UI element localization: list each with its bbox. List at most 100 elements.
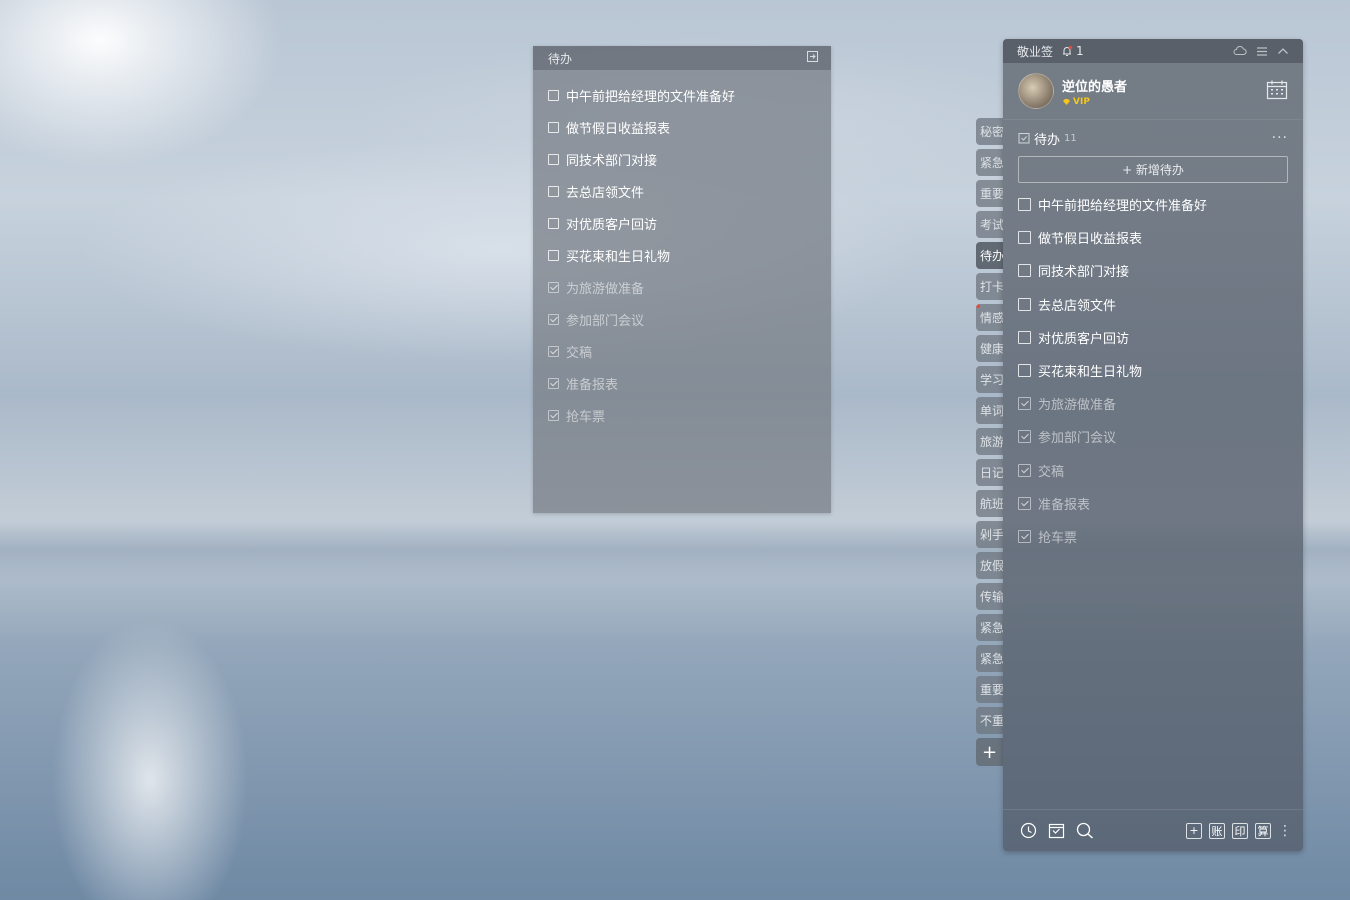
checked-checkbox[interactable] [1018, 463, 1031, 477]
todo-item[interactable]: 中午前把给经理的文件准备好 [1003, 188, 1303, 221]
more-vertical-icon[interactable]: ⋮ [1278, 824, 1292, 838]
category-tab[interactable]: 紧急 [976, 149, 1003, 176]
category-tab[interactable]: 打卡 [976, 273, 1003, 300]
todo-item[interactable]: 做节假日收益报表 [1003, 221, 1303, 254]
category-tabs: 秘密 紧急 重要 考试 待办 打卡 情感 健康 学习 单词 旅游 日记 航班 剁手 放假 传输 紧急 紧急 重要 不重… [976, 118, 1003, 766]
todo-item[interactable]: 买花束和生日礼物 [533, 239, 831, 271]
checkbox[interactable] [1018, 297, 1031, 311]
todo-item[interactable]: 对优质客户回访 [1003, 321, 1303, 354]
checked-checkbox[interactable] [548, 377, 559, 389]
footer-toolbar: + 账 印 算 ⋮ [1003, 809, 1303, 851]
calendar-check-icon[interactable] [1048, 822, 1065, 839]
todo-item[interactable]: 参加部门会议 [1003, 420, 1303, 453]
title-bar[interactable]: 敬业签 1 [1003, 39, 1303, 63]
checked-checkbox[interactable] [548, 281, 559, 293]
tab-label: 打卡 [980, 280, 1003, 294]
category-tab[interactable]: 日记 [976, 459, 1003, 486]
category-tab[interactable]: 传输 [976, 583, 1003, 610]
print-button[interactable]: 印 [1232, 822, 1248, 839]
todo-item[interactable]: 去总店领文件 [533, 175, 831, 207]
todo-item[interactable]: 抢车票 [1003, 520, 1303, 553]
checkbox[interactable] [1018, 198, 1031, 212]
category-tab[interactable]: 紧急 [976, 645, 1003, 672]
category-tab[interactable]: 健康 [976, 335, 1003, 362]
username: 逆位的愚者 [1062, 79, 1128, 95]
menu-icon[interactable] [1256, 46, 1268, 57]
desktop-todo-note[interactable]: 待办 中午前把给经理的文件准备好 做节假日收益报表 同技术部门对接 去总店领文件 对优质… [533, 46, 831, 513]
todo-item[interactable]: 做节假日收益报表 [533, 111, 831, 143]
todo-item[interactable]: 同技术部门对接 [1003, 254, 1303, 287]
todo-label: 参加部门会议 [1038, 431, 1117, 447]
clock-icon[interactable] [1020, 822, 1037, 839]
checked-checkbox[interactable] [548, 345, 559, 357]
add-note-button[interactable]: + [1186, 822, 1202, 839]
checkbox[interactable] [1018, 364, 1031, 378]
checkbox[interactable] [1018, 330, 1031, 344]
checkbox[interactable] [548, 185, 559, 197]
todo-item[interactable]: 买花束和生日礼物 [1003, 354, 1303, 387]
category-tab[interactable]: 剁手 [976, 521, 1003, 548]
tab-label: 紧急 [980, 621, 1003, 635]
exit-note-icon[interactable] [806, 50, 819, 66]
category-tab[interactable]: 航班 [976, 490, 1003, 517]
todo-label: 做节假日收益报表 [1038, 232, 1143, 248]
calendar-button[interactable] [1266, 79, 1288, 105]
tab-label: 重要 [980, 683, 1003, 697]
note-header[interactable]: 待办 [533, 46, 831, 70]
todo-item[interactable]: 准备报表 [1003, 487, 1303, 520]
category-tab[interactable]: 紧急 [976, 614, 1003, 641]
checked-checkbox[interactable] [548, 409, 559, 421]
todo-label: 为旅游做准备 [566, 281, 645, 297]
checkbox[interactable] [548, 249, 559, 261]
category-tab[interactable]: 情感 [976, 304, 1003, 331]
more-options-button[interactable]: ··· [1272, 130, 1288, 146]
category-tab[interactable]: 考试 [976, 211, 1003, 238]
category-tab[interactable]: 待办 [976, 242, 1003, 269]
ledger-button[interactable]: 账 [1209, 822, 1225, 839]
category-tab[interactable]: 重要 [976, 180, 1003, 207]
search-icon[interactable] [1076, 822, 1094, 839]
checkbox[interactable] [1018, 264, 1031, 278]
user-profile[interactable]: 逆位的愚者 VIP [1003, 63, 1303, 120]
todo-item[interactable]: 交稿 [1003, 454, 1303, 487]
todo-item[interactable]: 同技术部门对接 [533, 143, 831, 175]
todo-item[interactable]: 抢车票 [533, 399, 831, 431]
checkbox[interactable] [548, 153, 559, 165]
vip-badge[interactable]: VIP [1062, 97, 1127, 107]
notification-button[interactable]: 1 [1061, 44, 1084, 58]
todo-item[interactable]: 为旅游做准备 [533, 271, 831, 303]
category-tab[interactable]: 重要 [976, 676, 1003, 703]
category-tab[interactable]: 不重 [976, 707, 1003, 734]
todo-item[interactable]: 中午前把给经理的文件准备好 [533, 79, 831, 111]
tab-label: 传输 [980, 590, 1003, 604]
cloud-sync-icon[interactable] [1233, 45, 1247, 57]
checkbox[interactable] [1018, 231, 1031, 245]
checked-checkbox[interactable] [1018, 430, 1031, 444]
avatar[interactable] [1018, 73, 1054, 109]
checkbox[interactable] [548, 217, 559, 229]
checked-checkbox[interactable] [1018, 496, 1031, 510]
todo-item[interactable]: 准备报表 [533, 367, 831, 399]
checked-checkbox[interactable] [1018, 529, 1031, 543]
todo-item[interactable]: 为旅游做准备 [1003, 387, 1303, 420]
todo-item[interactable]: 去总店领文件 [1003, 288, 1303, 321]
collapse-chevron-icon[interactable] [1277, 46, 1289, 56]
category-tab[interactable]: 秘密 [976, 118, 1003, 145]
tab-label: 重要 [980, 187, 1003, 201]
checkbox[interactable] [548, 89, 559, 101]
bell-icon [1063, 45, 1073, 56]
category-tab[interactable]: 学习 [976, 366, 1003, 393]
todo-item[interactable]: 对优质客户回访 [533, 207, 831, 239]
checked-checkbox[interactable] [548, 313, 559, 325]
category-tab[interactable]: 放假 [976, 552, 1003, 579]
add-category-button[interactable]: + [976, 738, 1003, 766]
checkbox[interactable] [548, 121, 559, 133]
add-todo-button[interactable]: + 新增待办 [1018, 156, 1288, 183]
category-tab[interactable]: 单词 [976, 397, 1003, 424]
todo-item[interactable]: 交稿 [533, 335, 831, 367]
calendar-icon [1266, 80, 1288, 100]
checked-checkbox[interactable] [1018, 397, 1031, 411]
category-tab[interactable]: 旅游 [976, 428, 1003, 455]
todo-item[interactable]: 参加部门会议 [533, 303, 831, 335]
calculator-button[interactable]: 算 [1255, 822, 1271, 839]
